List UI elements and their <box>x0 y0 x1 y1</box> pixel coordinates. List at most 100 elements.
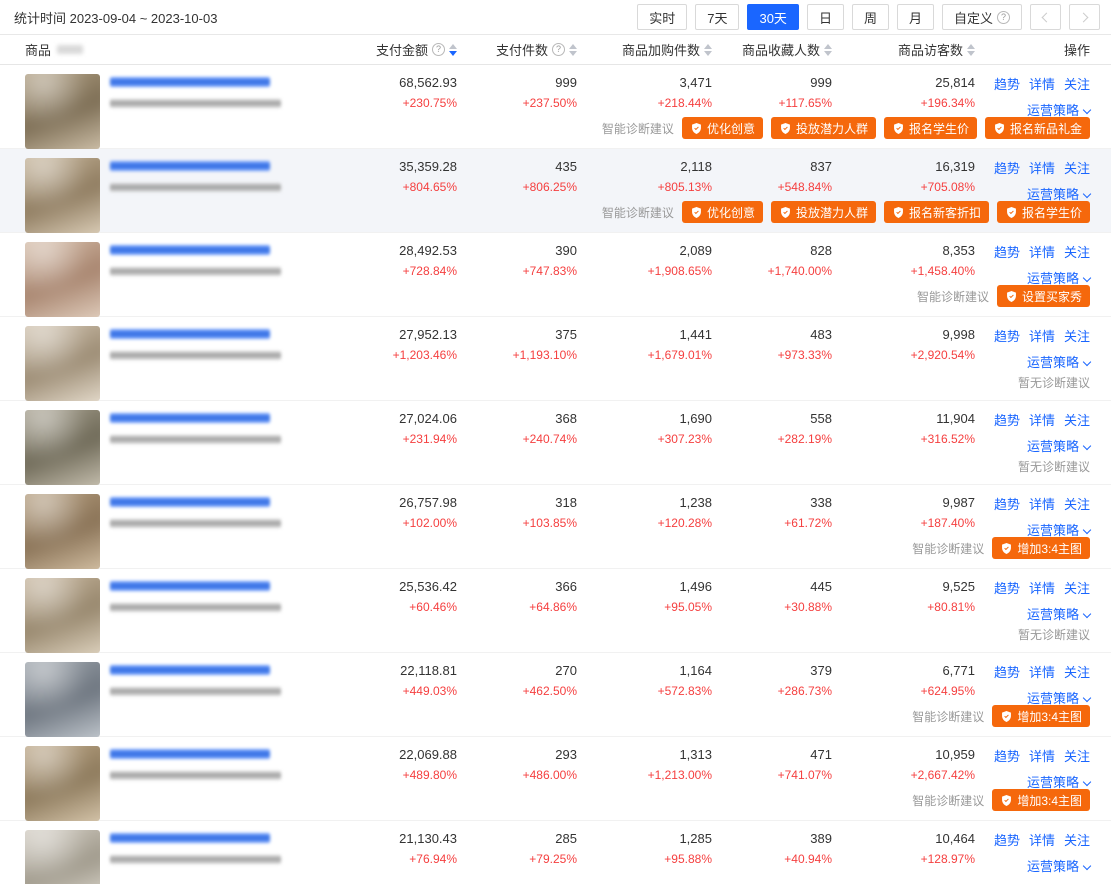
detail-link[interactable]: 详情 <box>1029 245 1055 260</box>
follow-link[interactable]: 关注 <box>1064 77 1090 92</box>
follow-link[interactable]: 关注 <box>1064 749 1090 764</box>
detail-link[interactable]: 详情 <box>1029 413 1055 428</box>
period-button[interactable]: 自定义? <box>942 4 1022 30</box>
follow-link[interactable]: 关注 <box>1064 833 1090 848</box>
product-image[interactable] <box>25 746 100 821</box>
product-image[interactable] <box>25 662 100 737</box>
strategy-dropdown[interactable]: 运营策略 <box>1027 523 1090 538</box>
period-button[interactable]: 30天 <box>747 4 798 30</box>
sort-control[interactable] <box>824 44 832 56</box>
period-button[interactable]: 7天 <box>695 4 739 30</box>
visitors-change: +624.95% <box>832 680 975 702</box>
trend-link[interactable]: 趋势 <box>994 413 1020 428</box>
pay-amount-change: +489.80% <box>345 764 457 786</box>
suggestion-tag-button[interactable]: 报名新客折扣 <box>884 201 989 223</box>
strategy-dropdown[interactable]: 运营策略 <box>1027 859 1090 874</box>
product-title-redacted-link[interactable] <box>110 245 270 255</box>
suggestion-tag-button[interactable]: 增加3:4主图 <box>992 789 1090 811</box>
visitors-value: 8,353 <box>832 242 975 260</box>
product-image[interactable] <box>25 326 100 401</box>
period-button[interactable]: 月 <box>897 4 934 30</box>
suggestion-tag-button[interactable]: 报名新品礼金 <box>985 117 1090 139</box>
pay-qty-value: 270 <box>457 662 577 680</box>
strategy-dropdown[interactable]: 运营策略 <box>1027 187 1090 202</box>
detail-link[interactable]: 详情 <box>1029 581 1055 596</box>
suggestion-tag-button[interactable]: 优化创意 <box>682 117 763 139</box>
sort-control[interactable] <box>967 44 975 56</box>
suggestion-tag-button[interactable]: 投放潜力人群 <box>771 201 876 223</box>
trend-link[interactable]: 趋势 <box>994 245 1020 260</box>
product-title-redacted-link[interactable] <box>110 77 270 87</box>
trend-link[interactable]: 趋势 <box>994 749 1020 764</box>
product-title-redacted-link[interactable] <box>110 833 270 843</box>
pay-amount-change: +230.75% <box>345 92 457 114</box>
period-button[interactable]: 日 <box>807 4 844 30</box>
product-title-redacted-link[interactable] <box>110 161 270 171</box>
product-image[interactable] <box>25 242 100 317</box>
product-title-redacted-link[interactable] <box>110 413 270 423</box>
period-button[interactable]: 实时 <box>637 4 687 30</box>
product-image[interactable] <box>25 830 100 884</box>
trend-link[interactable]: 趋势 <box>994 77 1020 92</box>
detail-link[interactable]: 详情 <box>1029 497 1055 512</box>
product-title-redacted-link[interactable] <box>110 329 270 339</box>
product-image[interactable] <box>25 158 100 233</box>
trend-link[interactable]: 趋势 <box>994 497 1020 512</box>
product-image[interactable] <box>25 494 100 569</box>
strategy-dropdown[interactable]: 运营策略 <box>1027 355 1090 370</box>
product-image[interactable] <box>25 410 100 485</box>
follow-link[interactable]: 关注 <box>1064 329 1090 344</box>
sort-control[interactable] <box>704 44 712 56</box>
suggestion-tag-button[interactable]: 报名学生价 <box>884 117 977 139</box>
pay-qty-change: +240.74% <box>457 428 577 450</box>
follow-link[interactable]: 关注 <box>1064 161 1090 176</box>
suggestion-tag-button[interactable]: 增加3:4主图 <box>992 537 1090 559</box>
follow-link[interactable]: 关注 <box>1064 581 1090 596</box>
detail-link[interactable]: 详情 <box>1029 665 1055 680</box>
period-button[interactable]: 周 <box>852 4 889 30</box>
follow-link[interactable]: 关注 <box>1064 413 1090 428</box>
sort-control[interactable] <box>449 44 457 56</box>
next-page-button[interactable] <box>1069 4 1100 30</box>
product-subtitle-redacted <box>110 519 281 528</box>
strategy-dropdown[interactable]: 运营策略 <box>1027 775 1090 790</box>
trend-link[interactable]: 趋势 <box>994 665 1020 680</box>
detail-link[interactable]: 详情 <box>1029 161 1055 176</box>
prev-page-button[interactable] <box>1030 4 1061 30</box>
trend-link[interactable]: 趋势 <box>994 161 1020 176</box>
strategy-dropdown[interactable]: 运营策略 <box>1027 607 1090 622</box>
product-image[interactable] <box>25 578 100 653</box>
product-image[interactable] <box>25 74 100 149</box>
product-title-redacted-link[interactable] <box>110 665 270 675</box>
detail-link[interactable]: 详情 <box>1029 749 1055 764</box>
trend-link[interactable]: 趋势 <box>994 833 1020 848</box>
table-row: 21,130.43 +76.94% 285 +79.25% 1,285 +95.… <box>0 821 1111 884</box>
strategy-dropdown[interactable]: 运营策略 <box>1027 271 1090 286</box>
product-title-redacted-link[interactable] <box>110 581 270 591</box>
strategy-dropdown[interactable]: 运营策略 <box>1027 691 1090 706</box>
strategy-dropdown[interactable]: 运营策略 <box>1027 439 1090 454</box>
detail-link[interactable]: 详情 <box>1029 77 1055 92</box>
suggestion-tag-button[interactable]: 设置买家秀 <box>997 285 1090 307</box>
table-row: 26,757.98 +102.00% 318 +103.85% 1,238 +1… <box>0 485 1111 569</box>
sort-control[interactable] <box>569 44 577 56</box>
fav-value: 558 <box>712 410 832 428</box>
detail-link[interactable]: 详情 <box>1029 833 1055 848</box>
trend-link[interactable]: 趋势 <box>994 581 1020 596</box>
suggestion-tag-button[interactable]: 投放潜力人群 <box>771 117 876 139</box>
shield-check-icon <box>1000 794 1013 807</box>
trend-link[interactable]: 趋势 <box>994 329 1020 344</box>
follow-link[interactable]: 关注 <box>1064 497 1090 512</box>
follow-link[interactable]: 关注 <box>1064 665 1090 680</box>
help-icon[interactable]: ? <box>432 43 445 56</box>
follow-link[interactable]: 关注 <box>1064 245 1090 260</box>
detail-link[interactable]: 详情 <box>1029 329 1055 344</box>
suggestion-tag-button[interactable]: 优化创意 <box>682 201 763 223</box>
strategy-dropdown[interactable]: 运营策略 <box>1027 103 1090 118</box>
product-title-redacted-link[interactable] <box>110 497 270 507</box>
product-title-redacted-link[interactable] <box>110 749 270 759</box>
cart-value: 1,164 <box>577 662 712 680</box>
help-icon[interactable]: ? <box>552 43 565 56</box>
suggestion-tag-button[interactable]: 增加3:4主图 <box>992 705 1090 727</box>
suggestion-tag-button[interactable]: 报名学生价 <box>997 201 1090 223</box>
